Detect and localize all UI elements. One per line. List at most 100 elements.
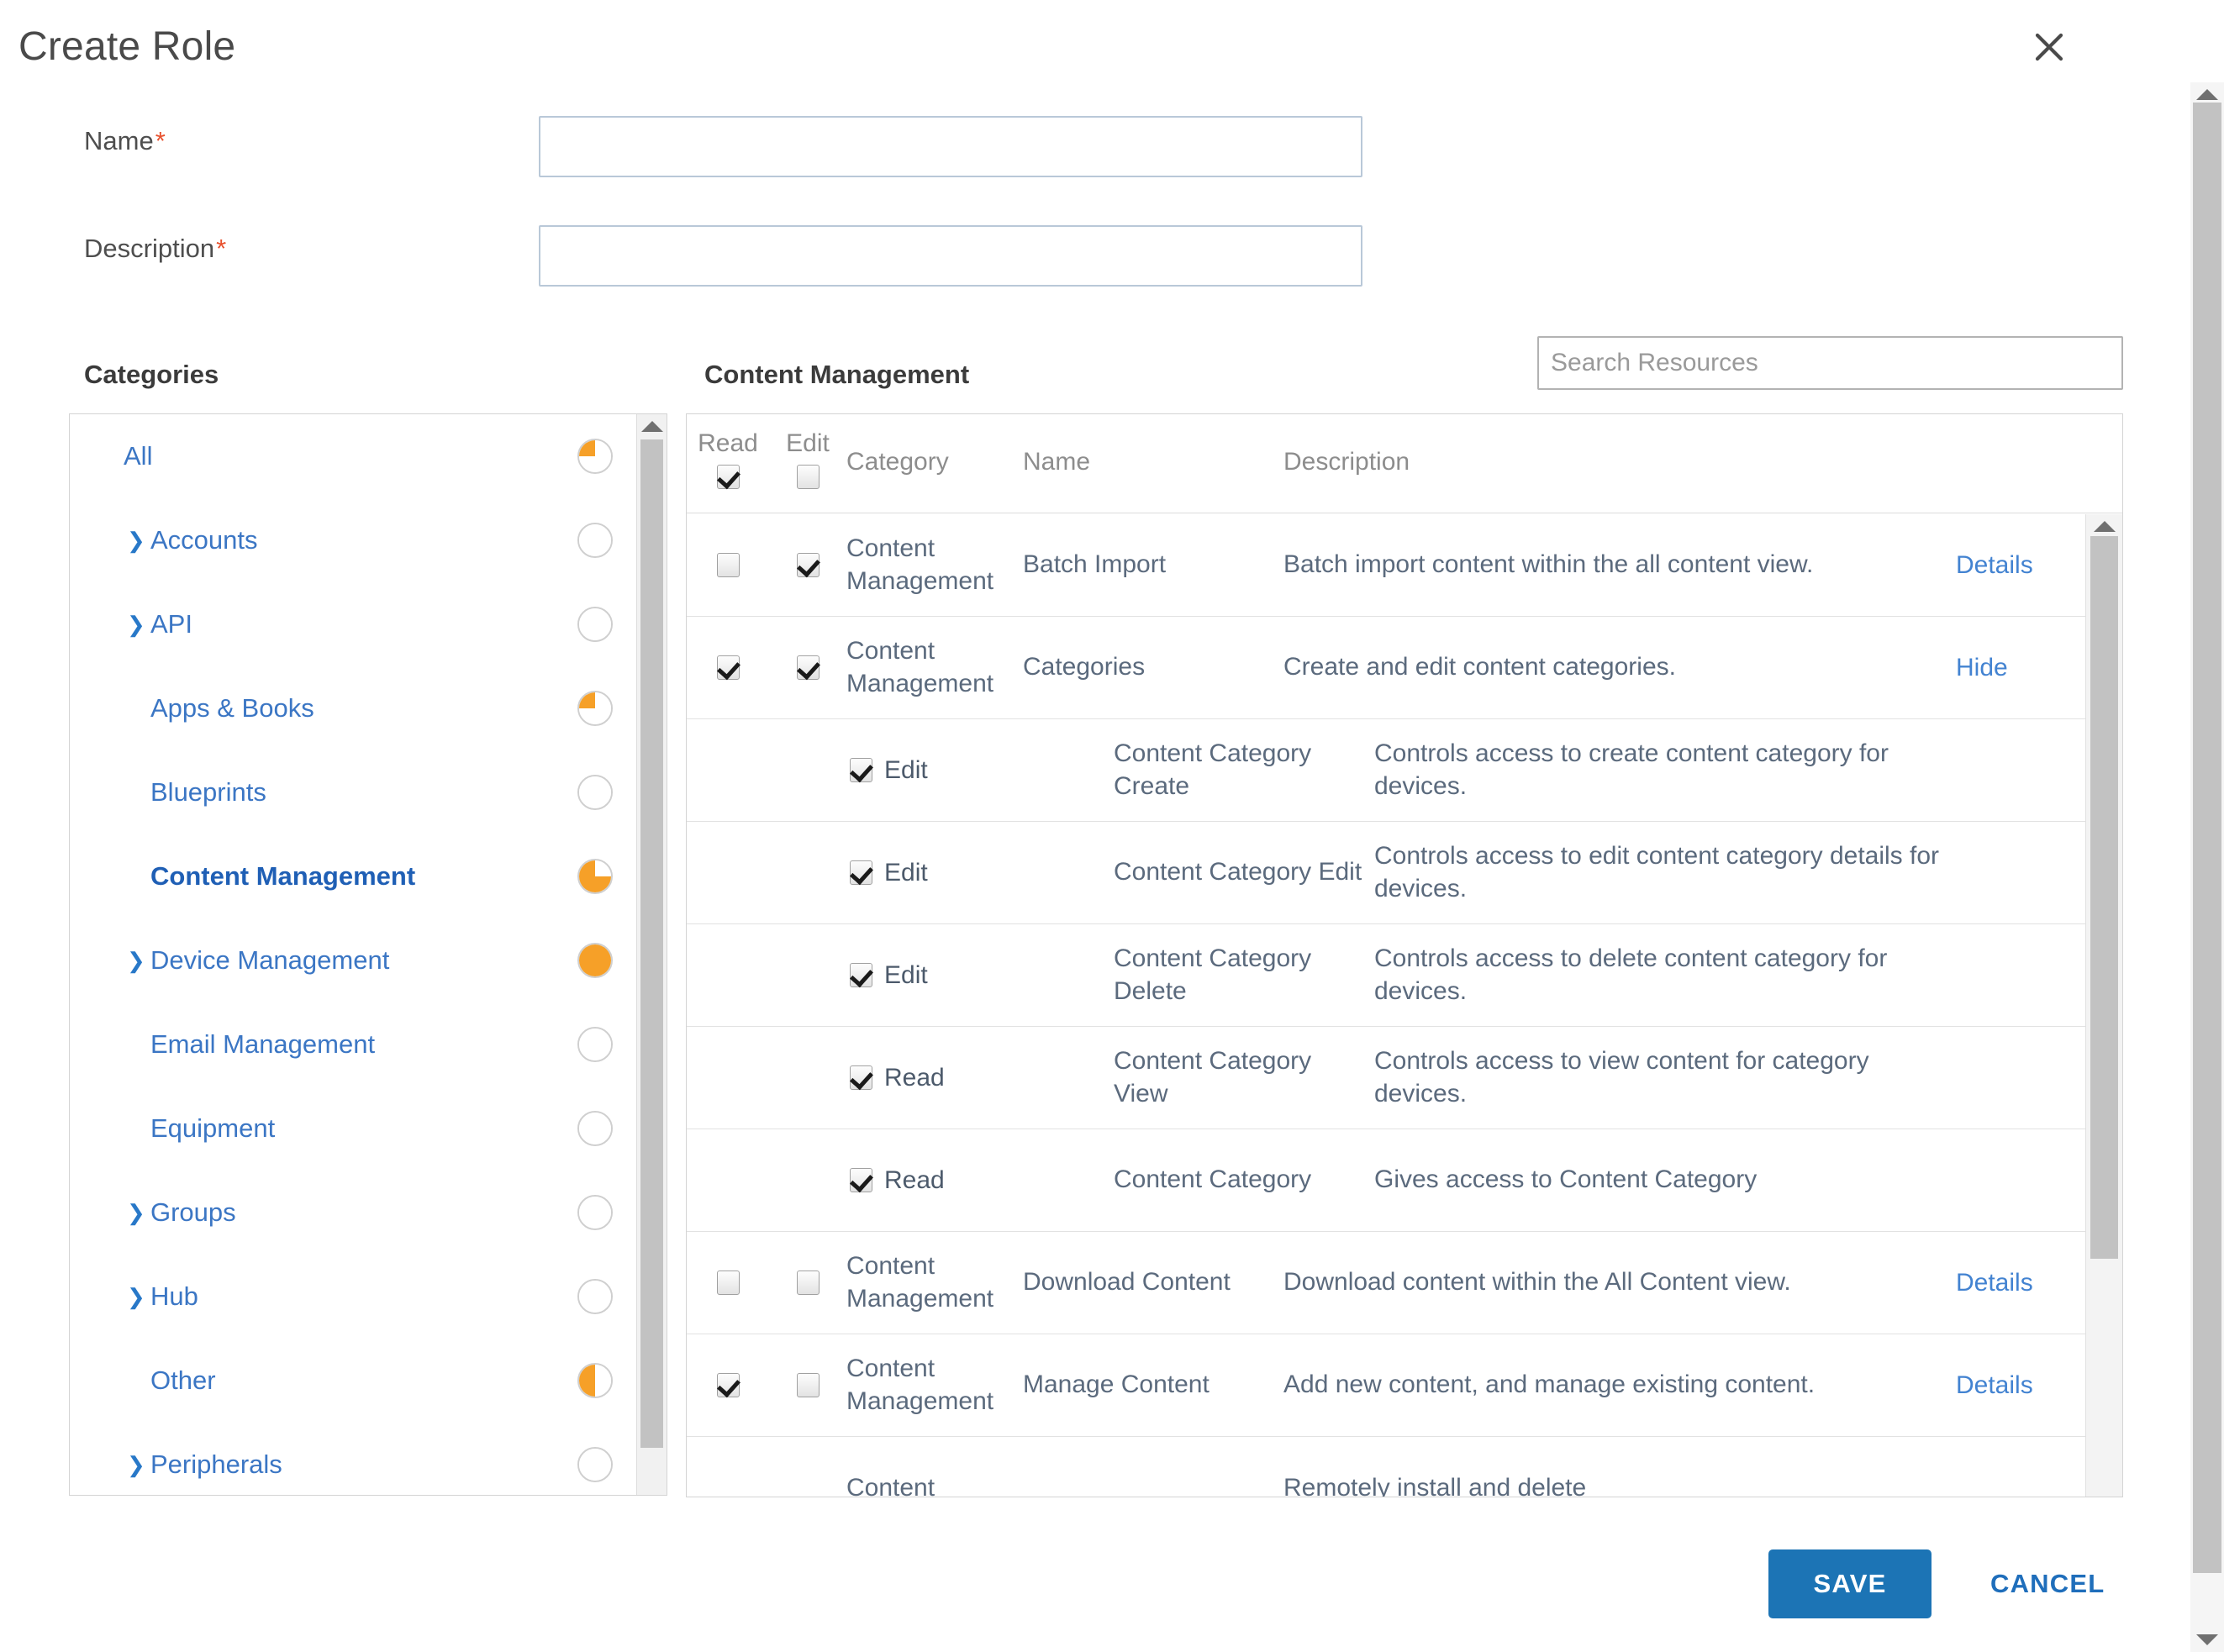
category-item[interactable]: ❯Equipment <box>70 1086 636 1171</box>
description-cell: Controls access to view content for cate… <box>1374 1047 1869 1107</box>
column-header-category: Category <box>846 448 949 476</box>
permission-pie-icon <box>577 1195 613 1230</box>
description-input[interactable] <box>539 225 1362 287</box>
permission-pie-fill <box>579 692 611 724</box>
category-item-label: Device Management <box>150 945 390 975</box>
edit-cell <box>769 655 846 680</box>
permission-checkbox[interactable] <box>850 860 872 885</box>
category-cell: Content Management <box>846 1355 994 1415</box>
save-button[interactable]: SAVE <box>1768 1549 1932 1618</box>
category-cell: Content Management <box>846 1252 994 1313</box>
category-item-label: API <box>150 609 192 639</box>
chevron-right-icon[interactable]: ❯ <box>127 529 145 551</box>
details-link[interactable]: Details <box>1956 1269 2033 1297</box>
category-item[interactable]: ❯ Device Management <box>70 918 636 1002</box>
category-item[interactable]: ❯Email Management <box>70 1002 636 1086</box>
permission-checkbox[interactable] <box>850 1065 872 1090</box>
name-input[interactable] <box>539 116 1362 177</box>
chevron-right-icon[interactable]: ❯ <box>127 950 145 971</box>
permission-checkbox[interactable] <box>850 1168 872 1192</box>
chevron-right-icon[interactable]: ❯ <box>127 1202 145 1223</box>
permission-pie-fill <box>579 608 611 640</box>
table-row: Read Content Category Gives access to Cont… <box>687 1129 2085 1232</box>
table-row: Content Management Download Content Downlo… <box>687 1232 2085 1334</box>
chevron-right-icon[interactable]: ❯ <box>127 613 145 635</box>
permission-checkbox[interactable] <box>850 758 872 782</box>
edit-checkbox[interactable] <box>796 1271 820 1295</box>
category-item[interactable]: ❯All <box>70 414 636 498</box>
search-resources-input[interactable] <box>1537 336 2123 390</box>
category-item[interactable]: ❯Content Management <box>70 834 636 918</box>
required-asterisk: * <box>216 234 227 263</box>
page-scroll-up-arrow-icon[interactable] <box>2196 89 2218 100</box>
page-scrollbar[interactable] <box>2190 82 2224 1652</box>
category-item[interactable]: ❯ API <box>70 582 636 666</box>
table-scroll-up-arrow-icon[interactable] <box>2093 521 2116 532</box>
table-body-scroll-area: Content Management Batch Import Batch impo… <box>687 514 2122 1497</box>
read-checkbox[interactable] <box>716 1373 740 1397</box>
category-item[interactable]: ❯ Groups <box>70 1171 636 1255</box>
permission-pie-icon <box>577 943 613 978</box>
resources-table: Read Edit Category Name Description Cont… <box>686 413 2123 1497</box>
edit-cell <box>769 1373 846 1397</box>
edit-cell <box>769 1271 846 1295</box>
permission-pie-fill <box>579 944 611 976</box>
permission-pie-icon <box>577 439 613 474</box>
permission-pie-fill <box>579 776 611 808</box>
description-cell: Remotely install and delete <box>1283 1473 1587 1497</box>
read-checkbox[interactable] <box>716 655 740 680</box>
category-item[interactable]: ❯ Peripherals <box>70 1423 636 1495</box>
name-field-label: Name* <box>84 126 166 156</box>
select-all-edit-checkbox[interactable] <box>796 465 820 489</box>
details-link[interactable]: Details <box>1956 551 2033 579</box>
table-scrollbar[interactable] <box>2085 514 2122 1497</box>
description-label-text: Description <box>84 234 215 263</box>
categories-scrollbar[interactable] <box>636 414 667 1495</box>
category-item[interactable]: ❯Apps & Books <box>70 666 636 750</box>
category-item-label: Hub <box>150 1281 198 1311</box>
name-label-text: Name <box>84 126 154 155</box>
category-item[interactable]: ❯Other <box>70 1339 636 1423</box>
category-item-label: Email Management <box>150 1029 376 1059</box>
permission-cell: Edit <box>769 756 1114 785</box>
select-all-read-checkbox[interactable] <box>716 465 740 489</box>
permission-label: Read <box>884 1165 945 1194</box>
chevron-right-icon[interactable]: ❯ <box>127 1454 145 1476</box>
category-item[interactable]: ❯Blueprints <box>70 750 636 834</box>
category-item-label: Apps & Books <box>150 693 314 723</box>
read-checkbox[interactable] <box>716 553 740 577</box>
category-item[interactable]: ❯ Hub <box>70 1255 636 1339</box>
hide-link[interactable]: Hide <box>1956 654 2008 681</box>
chevron-right-icon[interactable]: ❯ <box>127 1286 145 1307</box>
resources-heading: Content Management <box>704 360 970 389</box>
table-scroll-thumb[interactable] <box>2090 536 2118 1259</box>
edit-checkbox[interactable] <box>796 1373 820 1397</box>
cancel-button[interactable]: CANCEL <box>1985 1568 2110 1600</box>
table-header-row: Read Edit Category Name Description <box>687 414 2122 513</box>
name-cell: Download Content <box>1023 1268 1231 1297</box>
table-row: Content Management Batch Import Batch impo… <box>687 514 2085 617</box>
permission-pie-icon <box>577 1111 613 1146</box>
table-row: Content Management Categories Create and e… <box>687 617 2085 719</box>
permission-pie-icon <box>577 1279 613 1314</box>
read-checkbox[interactable] <box>716 1271 740 1295</box>
name-cell: Content Category Create <box>1114 739 1312 800</box>
close-icon[interactable] <box>2026 24 2073 71</box>
category-item[interactable]: ❯ Accounts <box>70 498 636 582</box>
permission-pie-fill <box>579 1029 611 1060</box>
permission-pie-fill <box>579 1281 611 1313</box>
permission-pie-icon <box>577 691 613 726</box>
description-cell: Add new content, and manage existing con… <box>1283 1371 1816 1399</box>
description-cell: Create and edit content categories. <box>1283 653 1676 681</box>
details-link[interactable]: Details <box>1956 1371 2033 1399</box>
read-cell <box>687 553 769 577</box>
page-scroll-down-arrow-icon[interactable] <box>2196 1634 2218 1645</box>
scroll-up-arrow-icon[interactable] <box>640 421 663 432</box>
description-field-label: Description* <box>84 234 226 264</box>
edit-checkbox[interactable] <box>796 655 820 680</box>
categories-scroll-thumb[interactable] <box>640 439 663 1448</box>
edit-checkbox[interactable] <box>796 553 820 577</box>
page-scroll-thumb[interactable] <box>2193 103 2221 1573</box>
permission-cell: Edit <box>769 961 1114 990</box>
permission-checkbox[interactable] <box>850 963 872 987</box>
